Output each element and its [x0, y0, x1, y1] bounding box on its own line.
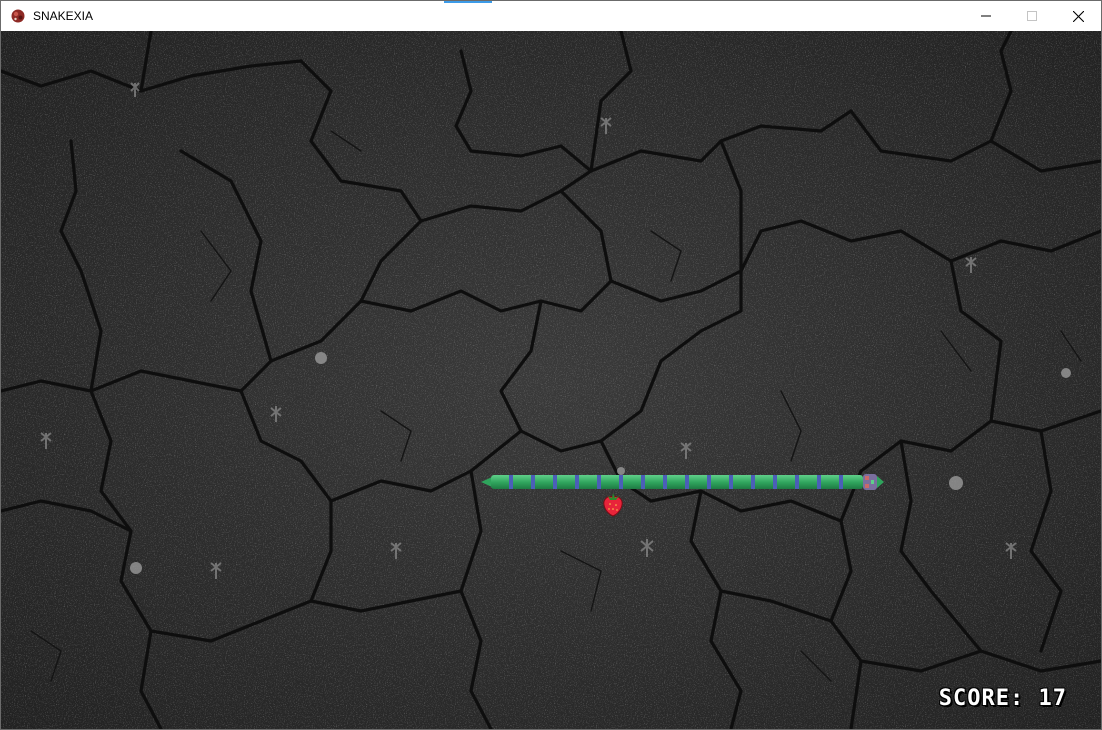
- score-label: SCORE: 17: [938, 686, 1067, 711]
- cracked-earth-ground: [1, 31, 1101, 729]
- window-controls: [963, 1, 1101, 31]
- maximize-button[interactable]: [1009, 1, 1055, 31]
- snake-body: [491, 475, 863, 489]
- game-canvas[interactable]: SCORE: 17: [1, 31, 1101, 729]
- snake-app-icon: [10, 8, 26, 24]
- taskbar-accent-strip: [444, 1, 492, 3]
- title-bar[interactable]: SNAKEXIA: [1, 1, 1101, 31]
- minimize-icon: [981, 15, 991, 17]
- snake: [481, 474, 884, 490]
- window-title: SNAKEXIA: [33, 9, 94, 23]
- close-icon: [1072, 10, 1084, 22]
- game-window: SNAKEXIA SCORE: 17: [0, 0, 1102, 730]
- close-button[interactable]: [1055, 1, 1101, 31]
- minimize-button[interactable]: [963, 1, 1009, 31]
- maximize-icon: [1027, 11, 1037, 21]
